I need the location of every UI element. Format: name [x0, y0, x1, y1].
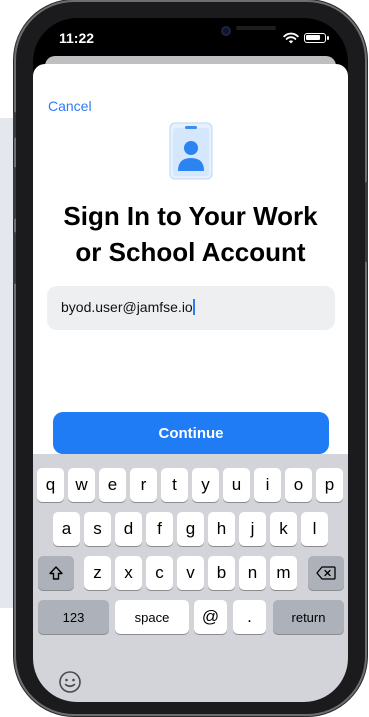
at-key[interactable]: @: [194, 600, 227, 634]
power-button: [365, 182, 368, 262]
keyboard: qwertyuiop asdfghjkl zxcvbnm 123 space @…: [33, 454, 348, 702]
status-icons: [283, 32, 329, 44]
title-line-2: or School Account: [75, 237, 306, 267]
key-s[interactable]: s: [84, 512, 111, 546]
volume-down-button: [13, 232, 16, 284]
backspace-icon: [316, 566, 336, 580]
key-h[interactable]: h: [208, 512, 235, 546]
continue-button[interactable]: Continue: [53, 412, 329, 454]
key-z[interactable]: z: [84, 556, 111, 590]
email-field[interactable]: byod.user@jamfse.io: [47, 286, 335, 330]
text-caret: [192, 299, 195, 315]
title-line-1: Sign In to Your Work: [63, 201, 318, 231]
key-v[interactable]: v: [177, 556, 204, 590]
emoji-icon[interactable]: [58, 670, 82, 694]
key-u[interactable]: u: [223, 468, 250, 502]
id-badge-icon: [169, 122, 213, 180]
key-r[interactable]: r: [130, 468, 157, 502]
key-x[interactable]: x: [115, 556, 142, 590]
space-key[interactable]: space: [115, 600, 189, 634]
key-t[interactable]: t: [161, 468, 188, 502]
key-c[interactable]: c: [146, 556, 173, 590]
key-p[interactable]: p: [316, 468, 343, 502]
key-j[interactable]: j: [239, 512, 266, 546]
return-key[interactable]: return: [273, 600, 344, 634]
cancel-button[interactable]: Cancel: [48, 98, 92, 114]
dot-key[interactable]: .: [233, 600, 266, 634]
key-e[interactable]: e: [99, 468, 126, 502]
backspace-key[interactable]: [308, 556, 344, 590]
key-d[interactable]: d: [115, 512, 142, 546]
key-i[interactable]: i: [254, 468, 281, 502]
shift-icon: [49, 566, 63, 580]
key-g[interactable]: g: [177, 512, 204, 546]
sign-in-sheet: Cancel Sign In to Your Work or School Ac…: [33, 64, 348, 484]
key-k[interactable]: k: [270, 512, 297, 546]
key-f[interactable]: f: [146, 512, 173, 546]
key-n[interactable]: n: [239, 556, 266, 590]
page-title: Sign In to Your Work or School Account: [33, 198, 348, 270]
key-b[interactable]: b: [208, 556, 235, 590]
battery-icon: [304, 33, 329, 43]
key-m[interactable]: m: [270, 556, 297, 590]
status-time: 11:22: [59, 30, 95, 46]
mute-switch: [13, 112, 16, 138]
phone-screen: 11:22 Cancel Sign In to Your Work or Sch…: [33, 18, 348, 702]
key-o[interactable]: o: [285, 468, 312, 502]
wifi-icon: [283, 32, 299, 44]
shift-key[interactable]: [38, 556, 74, 590]
numbers-key[interactable]: 123: [38, 600, 109, 634]
front-camera: [221, 26, 231, 36]
key-y[interactable]: y: [192, 468, 219, 502]
notch: [99, 18, 282, 48]
key-w[interactable]: w: [68, 468, 95, 502]
volume-up-button: [13, 167, 16, 219]
key-q[interactable]: q: [37, 468, 64, 502]
key-l[interactable]: l: [301, 512, 328, 546]
speaker-grill: [236, 26, 276, 30]
email-field-value: byod.user@jamfse.io: [61, 299, 193, 315]
key-a[interactable]: a: [53, 512, 80, 546]
